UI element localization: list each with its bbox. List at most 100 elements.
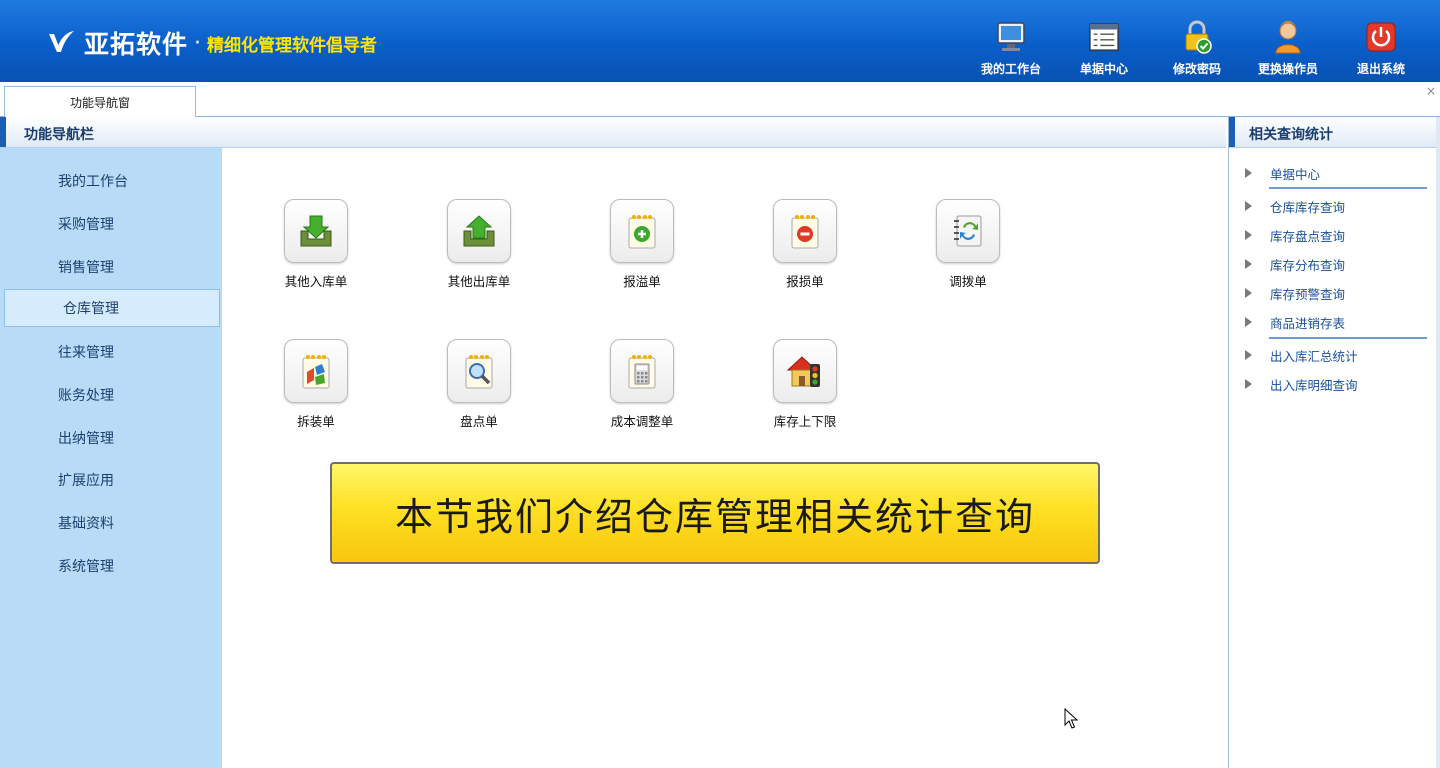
logo-mark-icon (49, 31, 74, 52)
related-link-label: 出入库明细查询 (1270, 377, 1358, 393)
function-label: 其他入库单 (284, 274, 348, 289)
triangle-right-icon (1245, 288, 1252, 298)
related-link-label: 仓库库存查询 (1270, 199, 1346, 215)
sidebar-item-label: 销售管理 (58, 260, 114, 276)
sidebar-item-label: 系统管理 (58, 559, 114, 575)
header-button-label: 更换操作员 (1257, 62, 1318, 76)
function-overflow-report[interactable]: 报溢单 (572, 199, 712, 309)
function-stock-limits[interactable]: 库存上下限 (735, 339, 875, 449)
tutorial-banner: 本节我们介绍仓库管理相关统计查询 (330, 462, 1100, 564)
sidebar-item-label: 我的工作台 (58, 174, 128, 190)
related-query-panel: 相关查询统计 单据中心 仓库库存查询 库存盘点查询 库存分布查询 库存预警查询 … (1228, 117, 1440, 768)
brand-slogan: 精细化管理软件倡导者 (207, 35, 378, 56)
triangle-right-icon (1245, 168, 1252, 178)
related-link-document-center[interactable]: 单据中心 (1245, 160, 1435, 186)
notepad-minus-icon (773, 199, 837, 263)
function-label: 报损单 (786, 274, 824, 289)
sidebar-item-accounting[interactable]: 账务处理 (0, 376, 222, 414)
triangle-right-icon (1245, 379, 1252, 389)
close-icon[interactable]: × (1426, 84, 1436, 98)
header-button-switch-operator[interactable]: 更换操作员 (1245, 20, 1331, 80)
related-panel-title: 相关查询统计 (1249, 127, 1333, 143)
header-button-workbench[interactable]: 我的工作台 (968, 20, 1054, 80)
header-button-exit[interactable]: 退出系统 (1338, 20, 1424, 80)
related-link-io-summary[interactable]: 出入库汇总统计 (1245, 342, 1435, 368)
function-cost-adjustment[interactable]: 成本调整单 (572, 339, 712, 449)
sidebar-item-sales[interactable]: 销售管理 (0, 248, 222, 286)
calculator-icon (610, 339, 674, 403)
header-button-document-center[interactable]: 单据中心 (1061, 20, 1147, 80)
banner-text: 本节我们介绍仓库管理相关统计查询 (394, 494, 1035, 539)
header-accent-bar (0, 117, 6, 147)
related-link-stock-warning[interactable]: 库存预警查询 (1245, 280, 1435, 306)
magnifier-icon (447, 339, 511, 403)
function-label: 库存上下限 (773, 414, 837, 429)
tab-label: 功能导航窗 (69, 95, 130, 110)
sidebar-item-warehouse[interactable]: 仓库管理 (4, 289, 220, 327)
related-panel-header: 相关查询统计 (1229, 117, 1440, 148)
sidebar-item-system[interactable]: 系统管理 (0, 547, 222, 585)
function-stocktake[interactable]: 盘点单 (409, 339, 549, 449)
related-link-stock-distribution[interactable]: 库存分布查询 (1245, 251, 1435, 277)
lock-icon (1182, 20, 1212, 54)
function-loss-report[interactable]: 报损单 (735, 199, 875, 309)
function-label: 拆装单 (297, 414, 335, 429)
header-button-label: 单据中心 (1079, 62, 1128, 76)
function-label: 盘点单 (460, 414, 498, 429)
function-label: 成本调整单 (610, 414, 674, 429)
header-button-label: 退出系统 (1356, 62, 1405, 76)
sidebar-item-basic-data[interactable]: 基础资料 (0, 504, 222, 542)
top-header: 亚拓软件 · 精细化管理软件倡导者 我的工作台 单据中心 修改密码 更换操作员 … (0, 0, 1440, 82)
sidebar-item-label: 账务处理 (58, 388, 114, 404)
inbound-arrow-icon (284, 199, 348, 263)
sidebar-item-label: 扩展应用 (58, 473, 114, 489)
related-link-label: 库存分布查询 (1270, 257, 1346, 273)
related-link-label: 库存预警查询 (1270, 286, 1346, 302)
header-button-label: 我的工作台 (980, 62, 1041, 76)
sidebar-item-label: 基础资料 (58, 516, 114, 532)
triangle-right-icon (1245, 350, 1252, 360)
related-link-io-detail[interactable]: 出入库明细查询 (1245, 371, 1435, 397)
logo: 亚拓软件 · 精细化管理软件倡导者 (46, 26, 377, 60)
tab-function-navigation[interactable]: 功能导航窗 (4, 86, 196, 117)
related-link-inventory-report[interactable]: 商品进销存表 (1245, 309, 1435, 335)
sidebar-item-label: 采购管理 (58, 217, 114, 233)
mouse-cursor-icon (1064, 708, 1079, 729)
sidebar-item-accounts-receivable[interactable]: 往来管理 (0, 333, 222, 371)
triangle-right-icon (1245, 259, 1252, 269)
assembly-icon (284, 339, 348, 403)
header-button-label: 修改密码 (1172, 62, 1221, 76)
outbound-arrow-icon (447, 199, 511, 263)
document-list-icon (1089, 20, 1119, 54)
power-icon (1366, 20, 1396, 54)
brand-separator: · (194, 30, 202, 56)
nav-title: 功能导航栏 (24, 127, 94, 143)
sidebar-item-workbench[interactable]: 我的工作台 (0, 162, 222, 200)
scrollbar-track[interactable] (1436, 117, 1440, 768)
related-link-warehouse-stock[interactable]: 仓库库存查询 (1245, 193, 1435, 219)
monitor-icon (996, 20, 1026, 54)
function-transfer[interactable]: 调拨单 (898, 199, 1038, 309)
function-assembly[interactable]: 拆装单 (246, 339, 386, 449)
header-button-change-password[interactable]: 修改密码 (1154, 20, 1240, 80)
sidebar-item-purchase[interactable]: 采购管理 (0, 205, 222, 243)
triangle-right-icon (1245, 201, 1252, 211)
function-other-inbound[interactable]: 其他入库单 (246, 199, 386, 309)
sidebar-item-label: 仓库管理 (63, 301, 119, 317)
notepad-plus-icon (610, 199, 674, 263)
user-icon (1273, 20, 1303, 54)
sidebar-item-cashier[interactable]: 出纳管理 (0, 419, 222, 457)
related-link-label: 商品进销存表 (1270, 315, 1346, 331)
separator (1269, 187, 1427, 189)
transfer-icon (936, 199, 1000, 263)
related-link-label: 单据中心 (1270, 166, 1321, 182)
header-accent-bar (1229, 117, 1235, 147)
nav-header: 功能导航栏 (0, 117, 1226, 148)
sidebar-item-label: 出纳管理 (58, 431, 114, 447)
related-link-stocktake-query[interactable]: 库存盘点查询 (1245, 222, 1435, 248)
function-label: 调拨单 (949, 274, 987, 289)
function-other-outbound[interactable]: 其他出库单 (409, 199, 549, 309)
brand-name: 亚拓软件 (84, 30, 189, 59)
sidebar-item-extensions[interactable]: 扩展应用 (0, 461, 222, 499)
function-label: 其他出库单 (447, 274, 511, 289)
